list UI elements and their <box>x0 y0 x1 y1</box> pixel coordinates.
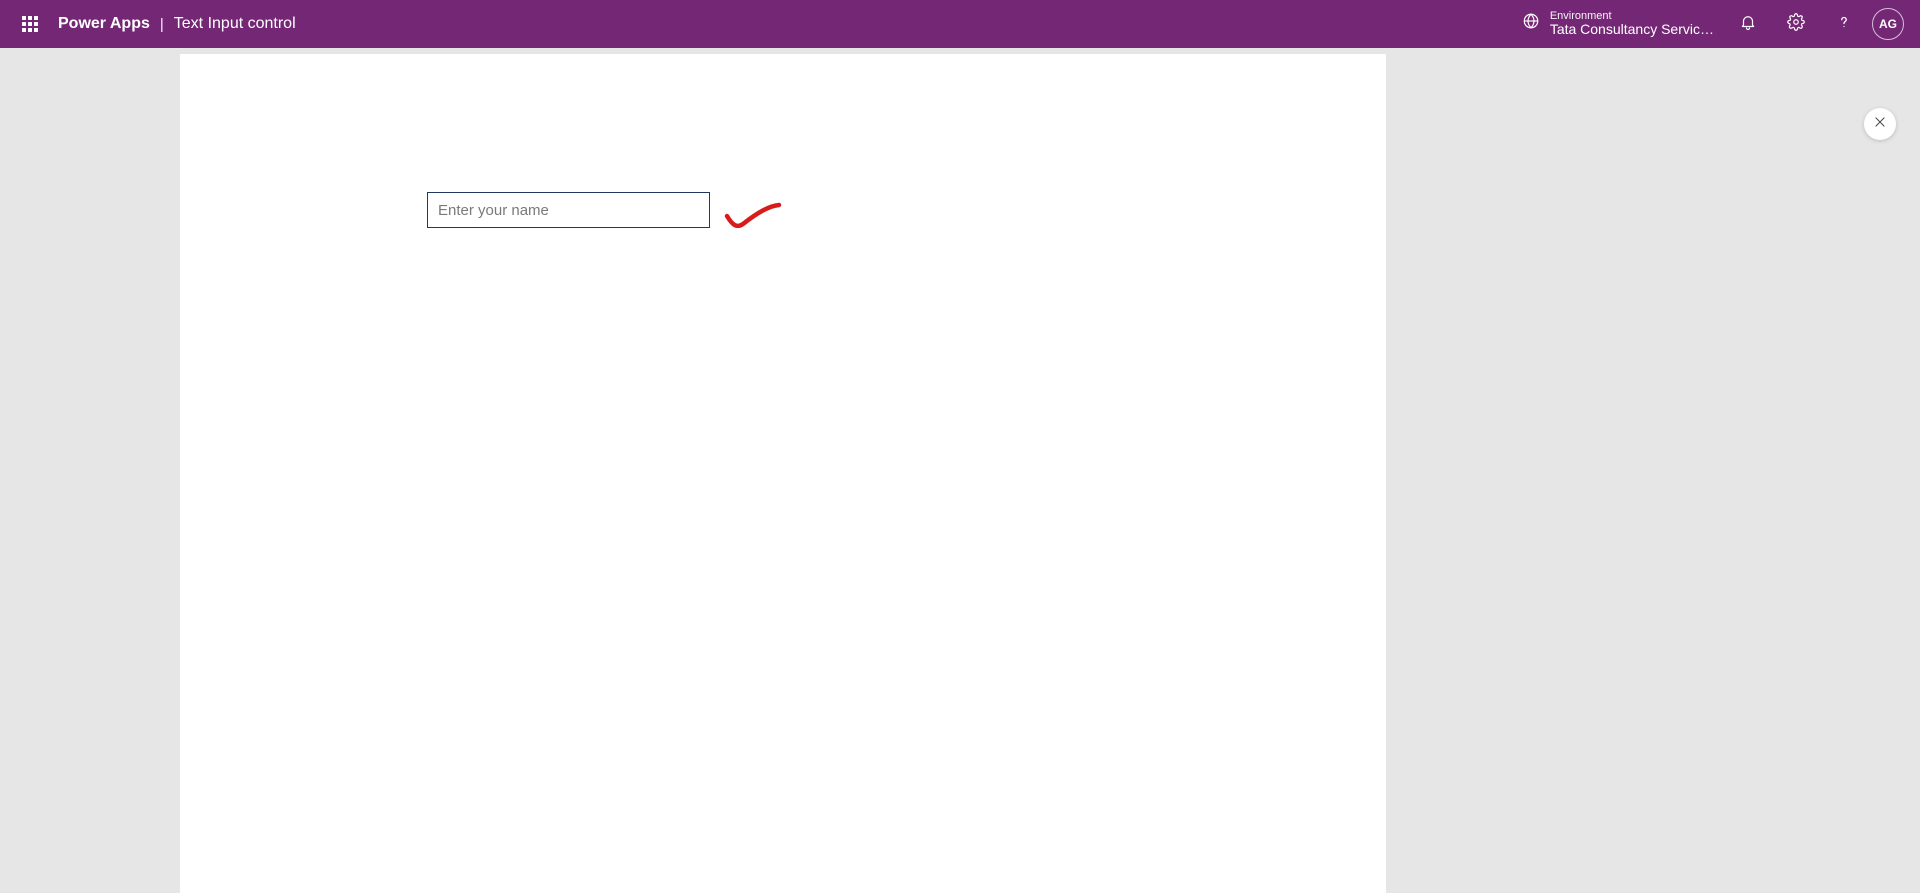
bell-icon <box>1739 13 1757 36</box>
checkmark-annotation-icon <box>723 202 783 232</box>
help-icon <box>1835 13 1853 36</box>
globe-icon <box>1522 12 1540 35</box>
environment-selector[interactable]: Environment Tata Consultancy Servic… <box>1522 10 1714 37</box>
brand-title[interactable]: Power Apps <box>58 15 150 33</box>
workspace <box>0 48 1920 893</box>
title-divider: | <box>160 16 164 33</box>
notifications-button[interactable] <box>1724 0 1772 48</box>
user-avatar[interactable]: AG <box>1872 8 1904 40</box>
gear-icon <box>1787 13 1805 36</box>
waffle-icon <box>22 16 38 32</box>
environment-name: Tata Consultancy Servic… <box>1550 22 1714 37</box>
app-canvas <box>180 54 1386 893</box>
page-title: Text Input control <box>174 15 296 33</box>
close-icon <box>1873 115 1887 134</box>
settings-button[interactable] <box>1772 0 1820 48</box>
app-header: Power Apps | Text Input control Environm… <box>0 0 1920 48</box>
name-input[interactable] <box>427 192 710 228</box>
help-button[interactable] <box>1820 0 1868 48</box>
environment-label: Environment <box>1550 10 1714 22</box>
avatar-initials: AG <box>1879 17 1897 31</box>
app-launcher-button[interactable] <box>6 0 54 48</box>
close-preview-button[interactable] <box>1864 108 1896 140</box>
